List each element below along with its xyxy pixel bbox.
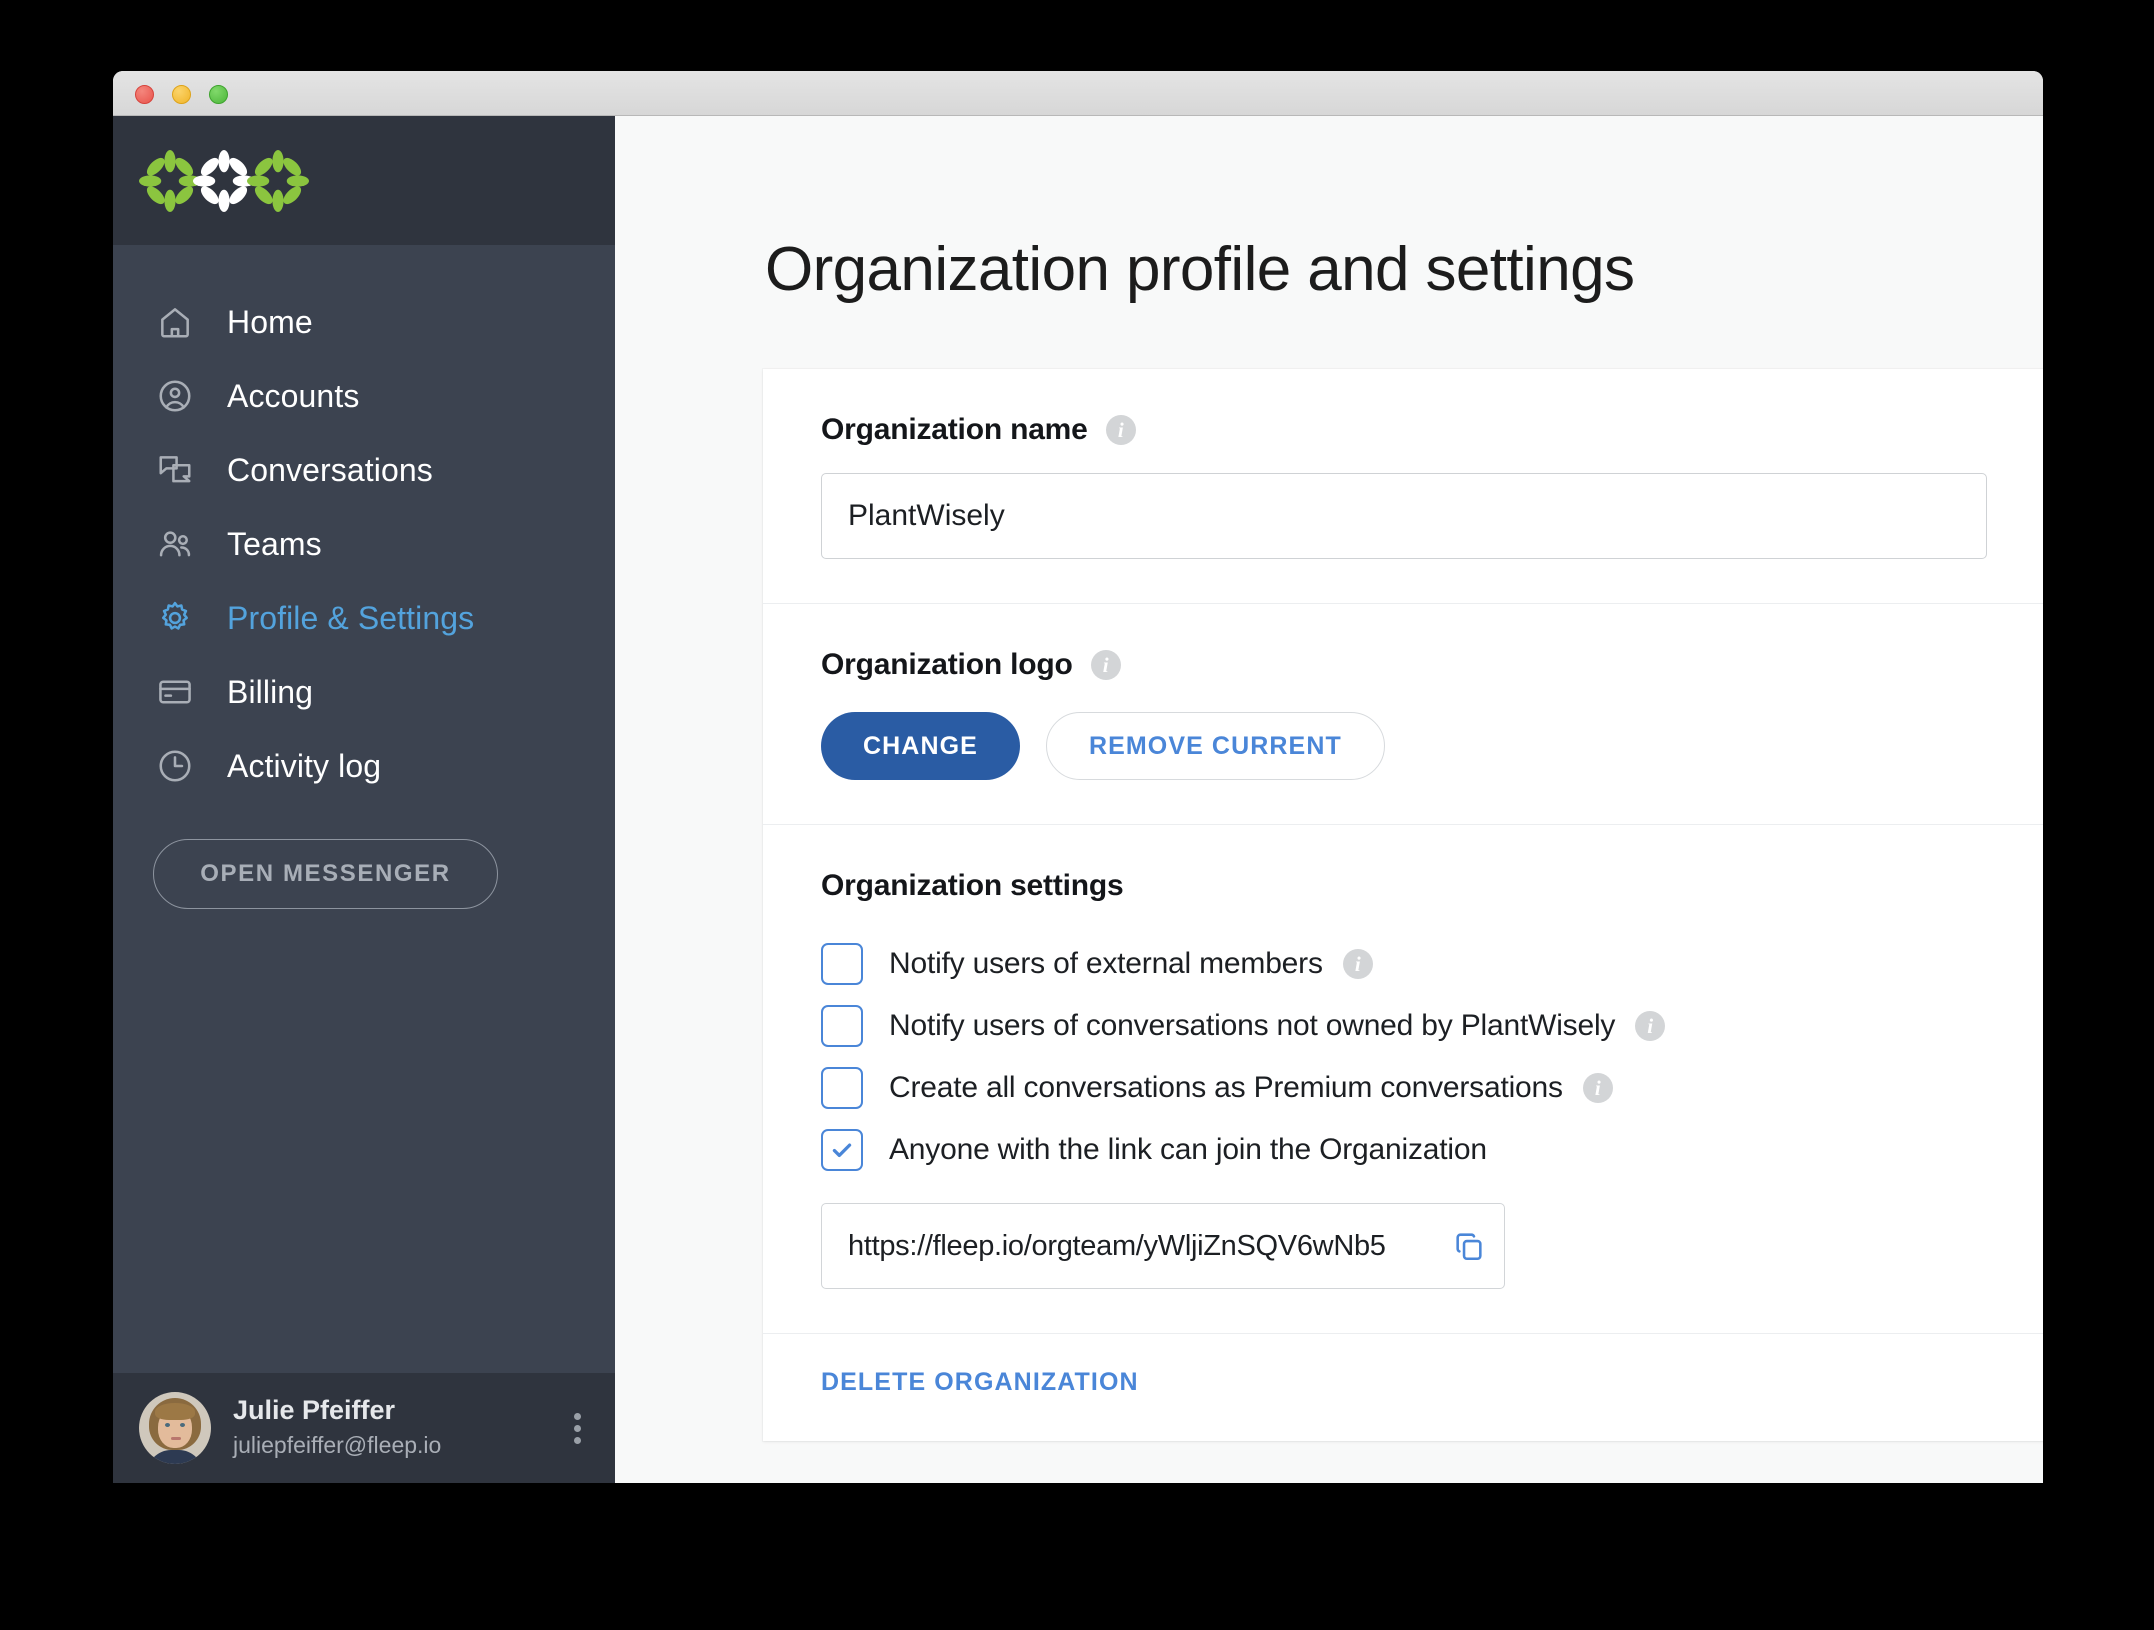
delete-organization-button[interactable]: DELETE ORGANIZATION: [821, 1368, 1139, 1396]
organization-logo-label-row: Organization logo i: [821, 648, 1987, 682]
main-content: Organization profile and settings Organi…: [615, 116, 2043, 1483]
checkbox-premium-conversations[interactable]: [821, 1067, 863, 1109]
sidebar-item-label: Conversations: [227, 451, 433, 488]
kebab-menu-icon[interactable]: [574, 1412, 589, 1444]
sidebar-nav: Home Accounts Conversations Teams Profil…: [113, 245, 615, 803]
minimize-button[interactable]: [172, 85, 191, 104]
invite-link-text: https://fleep.io/orgteam/yWljiZnSQV6wNb5: [848, 1229, 1386, 1262]
copy-icon[interactable]: [1452, 1229, 1486, 1263]
info-icon[interactable]: i: [1635, 1011, 1666, 1041]
info-icon[interactable]: i: [1105, 415, 1136, 445]
sidebar-item-label: Profile & Settings: [227, 599, 475, 636]
settings-checkbox-list: Notify users of external members i Notif…: [821, 933, 1987, 1181]
home-icon: [153, 300, 197, 344]
account-icon: [153, 374, 197, 418]
close-button[interactable]: [135, 85, 154, 104]
clock-icon: [153, 744, 197, 788]
sidebar-item-accounts[interactable]: Accounts: [113, 359, 615, 433]
maximize-button[interactable]: [209, 85, 228, 104]
setting-label: Notify users of conversations not owned …: [889, 1009, 1616, 1042]
organization-settings-label: Organization settings: [821, 869, 1124, 902]
flower-icon-green-right: [247, 149, 309, 212]
sidebar-item-activity-log[interactable]: Activity log: [113, 729, 615, 803]
window-body: Home Accounts Conversations Teams Profil…: [113, 116, 2043, 1483]
invite-link-field[interactable]: https://fleep.io/orgteam/yWljiZnSQV6wNb5: [821, 1203, 1505, 1289]
conversations-icon: [153, 448, 197, 492]
organization-logo-section: Organization logo i CHANGE REMOVE CURREN…: [763, 603, 2043, 824]
setting-label: Notify users of external members: [889, 947, 1323, 980]
sidebar-item-label: Teams: [227, 525, 322, 562]
page-title: Organization profile and settings: [765, 235, 1635, 304]
sidebar-item-billing[interactable]: Billing: [113, 655, 615, 729]
user-name: Julie Pfeiffer: [233, 1395, 396, 1426]
organization-name-label: Organization name: [821, 413, 1088, 446]
logo-button-row: CHANGE REMOVE CURRENT: [821, 712, 1987, 780]
organization-name-input[interactable]: PlantWisely: [821, 473, 1987, 559]
checkbox-notify-external-members[interactable]: [821, 943, 863, 985]
credit-card-icon: [153, 670, 197, 714]
settings-card: Organization name i PlantWisely Organiza…: [763, 369, 2043, 1441]
user-meta: Julie Pfeiffer juliepfeiffer@fleep.io: [233, 1395, 574, 1460]
organization-settings-label-row: Organization settings: [821, 869, 1987, 903]
sidebar: Home Accounts Conversations Teams Profil…: [113, 116, 615, 1483]
avatar: [139, 1392, 211, 1464]
checkbox-notify-not-owned-conversations[interactable]: [821, 1005, 863, 1047]
info-icon[interactable]: i: [1582, 1073, 1613, 1103]
setting-row-anyone-with-link[interactable]: Anyone with the link can join the Organi…: [821, 1119, 1987, 1181]
plantwisely-logo[interactable]: [139, 149, 309, 212]
checkbox-anyone-with-link[interactable]: [821, 1129, 863, 1171]
delete-organization-section: DELETE ORGANIZATION: [763, 1333, 2043, 1441]
sidebar-item-label: Billing: [227, 673, 314, 710]
open-messenger-button[interactable]: OPEN MESSENGER: [153, 839, 498, 909]
window-titlebar: [113, 71, 2043, 116]
setting-row-notify-external-members[interactable]: Notify users of external members i: [821, 933, 1987, 995]
messenger-button-wrap: OPEN MESSENGER: [113, 803, 615, 909]
logo-area: [113, 116, 615, 245]
info-icon[interactable]: i: [1342, 949, 1373, 979]
sidebar-item-home[interactable]: Home: [113, 285, 615, 359]
sidebar-item-label: Activity log: [227, 747, 382, 784]
info-icon[interactable]: i: [1090, 650, 1121, 680]
change-logo-button[interactable]: CHANGE: [821, 712, 1020, 780]
remove-current-logo-button[interactable]: REMOVE CURRENT: [1045, 712, 1385, 780]
sidebar-item-conversations[interactable]: Conversations: [113, 433, 615, 507]
sidebar-item-teams[interactable]: Teams: [113, 507, 615, 581]
setting-label: Anyone with the link can join the Organi…: [889, 1133, 1487, 1166]
gear-icon: [153, 596, 197, 640]
traffic-lights: [135, 85, 228, 104]
teams-icon: [153, 522, 197, 566]
sidebar-item-profile-settings[interactable]: Profile & Settings: [113, 581, 615, 655]
organization-name-label-row: Organization name i: [821, 413, 1987, 447]
flower-icon-white-center: [193, 149, 255, 212]
organization-logo-label: Organization logo: [821, 648, 1073, 681]
app-window: Home Accounts Conversations Teams Profil…: [113, 71, 2043, 1483]
organization-name-section: Organization name i PlantWisely: [763, 369, 2043, 603]
organization-settings-section: Organization settings Notify users of ex…: [763, 824, 2043, 1333]
user-profile-row[interactable]: Julie Pfeiffer juliepfeiffer@fleep.io: [113, 1373, 615, 1483]
setting-label: Create all conversations as Premium conv…: [889, 1071, 1563, 1104]
setting-row-premium-conversations[interactable]: Create all conversations as Premium conv…: [821, 1057, 1987, 1119]
sidebar-item-label: Accounts: [227, 377, 360, 414]
setting-row-notify-not-owned-conversations[interactable]: Notify users of conversations not owned …: [821, 995, 1987, 1057]
user-email: juliepfeiffer@fleep.io: [233, 1431, 442, 1458]
sidebar-item-label: Home: [227, 303, 313, 340]
flower-icon-green-left: [139, 149, 201, 212]
